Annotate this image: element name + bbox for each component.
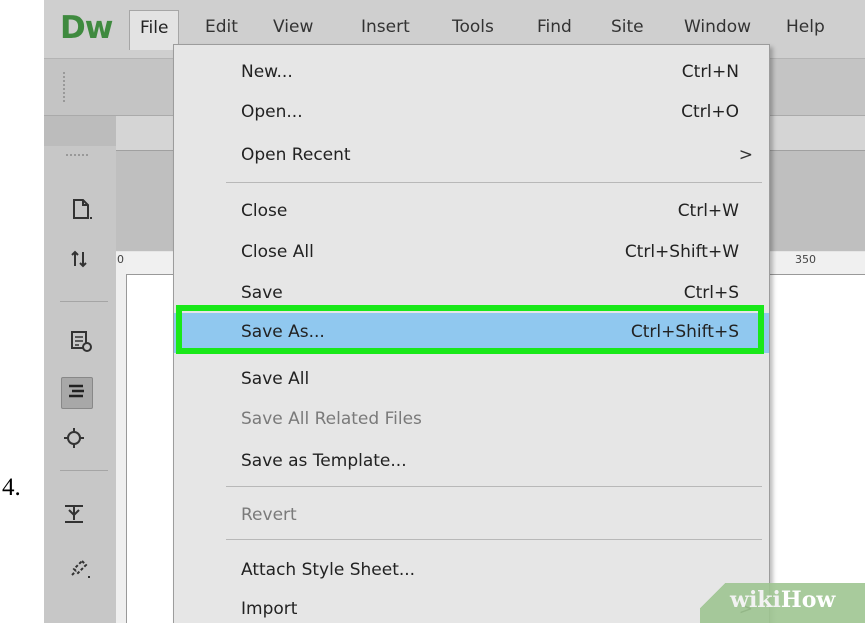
menu-item-close[interactable]: Close Ctrl+W: [174, 195, 769, 229]
menu-item-open-recent[interactable]: Open Recent >: [174, 139, 769, 173]
panel-grip[interactable]: [66, 154, 88, 158]
menu-item-label: Save: [241, 283, 283, 303]
app-logo: Dw: [60, 10, 113, 46]
dreamweaver-window: Dw File Edit View Insert Tools Find Site…: [44, 0, 865, 623]
menu-item-shortcut: Ctrl+W: [677, 201, 739, 221]
save-as-callout-box: [176, 305, 764, 354]
submenu-arrow-icon: >: [738, 145, 753, 165]
menu-separator: [226, 486, 762, 487]
left-toolbar: [44, 116, 117, 623]
menu-item-label: Open Recent: [241, 145, 351, 165]
menu-item-label: Import: [241, 599, 298, 619]
menu-item-label: Close: [241, 201, 288, 221]
watermark-text: wikiHow: [730, 587, 835, 613]
menu-view[interactable]: View: [273, 17, 313, 37]
menu-file[interactable]: File: [129, 10, 180, 50]
menu-item-label: Save as Template...: [241, 451, 407, 471]
menu-item-open[interactable]: Open... Ctrl+O: [174, 96, 769, 130]
file-transfer-icon[interactable]: [66, 246, 96, 276]
live-view-icon[interactable]: [66, 328, 96, 358]
menu-item-save-all[interactable]: Save All: [174, 363, 769, 397]
menu-item-save-all-related-files: Save All Related Files: [174, 403, 769, 437]
menu-item-save-as-template[interactable]: Save as Template...: [174, 445, 769, 479]
toolbar-separator: [60, 301, 108, 302]
toolbar-grip[interactable]: [63, 72, 68, 102]
new-document-icon[interactable]: [66, 196, 96, 226]
menu-insert[interactable]: Insert: [361, 17, 410, 37]
expand-icon[interactable]: [59, 500, 89, 530]
ruler-label-zero: 0: [117, 253, 124, 266]
menu-item-revert: Revert: [174, 499, 769, 533]
ruler-label-350: 350: [795, 253, 816, 266]
menu-item-label: New...: [241, 62, 293, 82]
menu-item-label: Close All: [241, 242, 314, 262]
vertical-ruler: 0: [116, 252, 127, 623]
watermark: wikiHow: [700, 583, 865, 623]
menu-item-label: Save All Related Files: [241, 409, 422, 429]
menu-item-label: Open...: [241, 102, 303, 122]
left-toolbar-header: [44, 116, 116, 146]
menu-item-shortcut: Ctrl+S: [683, 283, 739, 303]
toolbar-separator: [60, 470, 108, 471]
link-icon[interactable]: [64, 555, 94, 585]
menu-item-shortcut: Ctrl+O: [681, 102, 739, 122]
menu-separator: [226, 539, 762, 540]
menu-help[interactable]: Help: [786, 17, 825, 37]
watermark-wiki: wiki: [730, 587, 781, 613]
menu-window[interactable]: Window: [684, 17, 751, 37]
step-number: 4.: [2, 474, 21, 501]
menu-item-label: Revert: [241, 505, 297, 525]
menu-separator: [226, 182, 762, 183]
menu-item-label: Save All: [241, 369, 310, 389]
menu-item-label: Attach Style Sheet...: [241, 560, 416, 580]
menu-item-new[interactable]: New... Ctrl+N: [174, 56, 769, 90]
target-icon[interactable]: [59, 425, 89, 455]
menu-item-import[interactable]: Import >: [174, 593, 769, 623]
menu-item-close-all[interactable]: Close All Ctrl+Shift+W: [174, 236, 769, 270]
menu-edit[interactable]: Edit: [205, 17, 238, 37]
watermark-how: How: [780, 587, 836, 613]
menu-tools[interactable]: Tools: [452, 17, 494, 37]
menu-item-attach-style-sheet[interactable]: Attach Style Sheet...: [174, 554, 769, 588]
menu-find[interactable]: Find: [537, 17, 572, 37]
menu-item-shortcut: Ctrl+Shift+W: [624, 242, 739, 262]
menu-site[interactable]: Site: [611, 17, 644, 37]
menu-item-shortcut: Ctrl+N: [681, 62, 739, 82]
code-format-icon[interactable]: [61, 377, 93, 409]
